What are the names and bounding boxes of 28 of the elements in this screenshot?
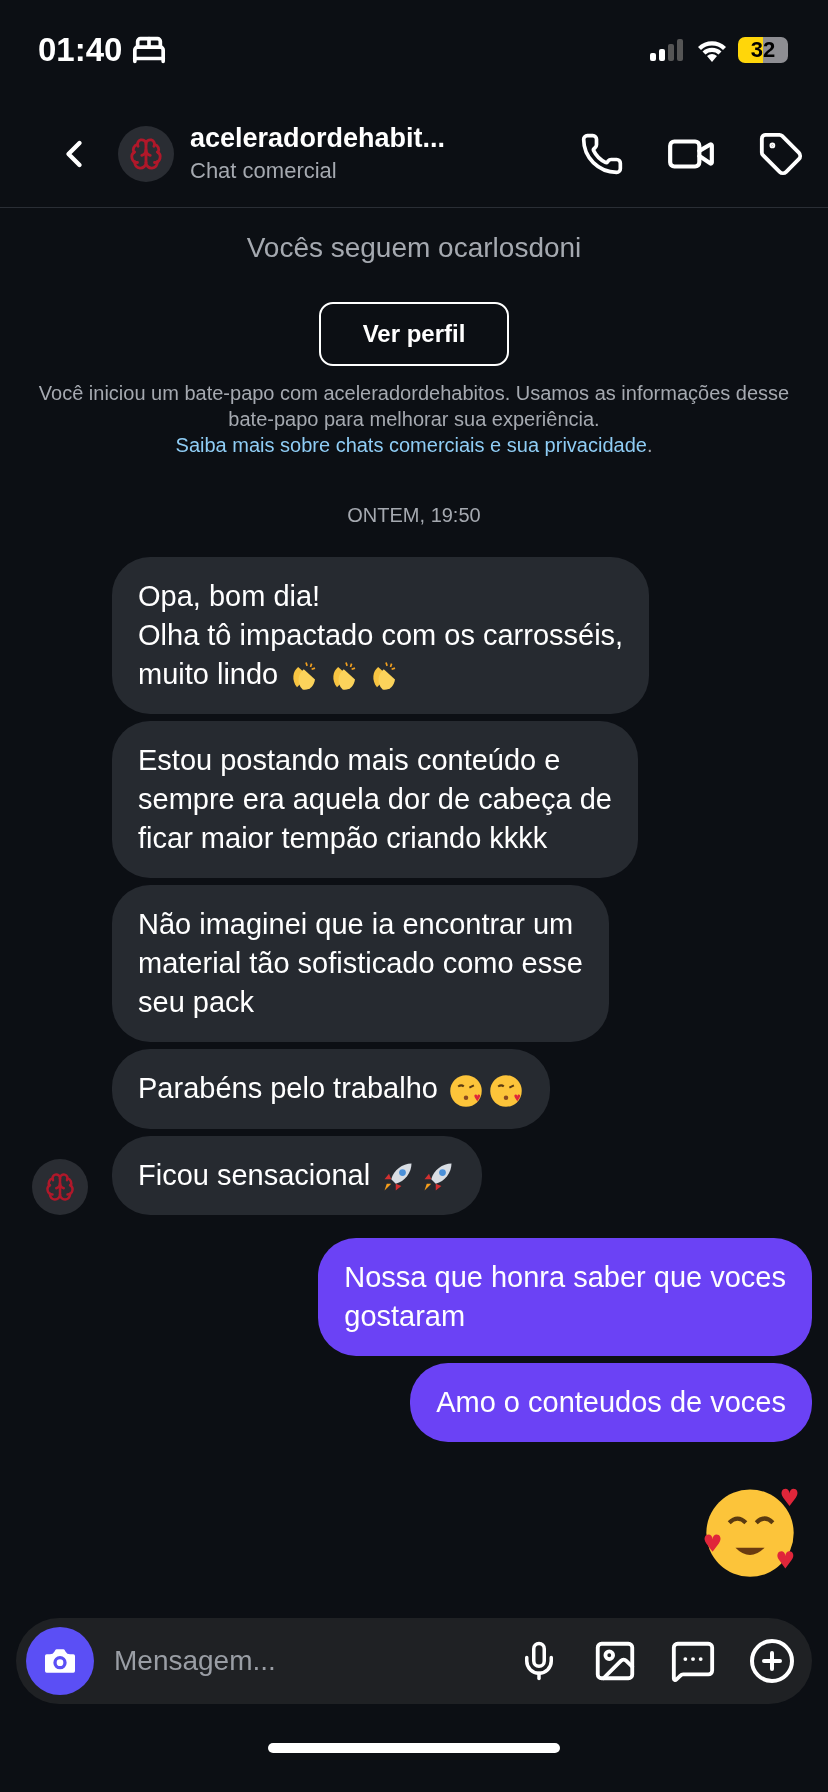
- message-bubble: Estou postando mais conteúdo e sempre era aquela dor de cabeça de ficar maior tempão criando kkkk: [112, 721, 638, 879]
- message-bubble: Amo o conteudos de voces: [410, 1363, 812, 1443]
- message-bubble: Não imaginei que ia encontrar um material tão sofisticado como esse seu pack: [112, 885, 609, 1043]
- message-input[interactable]: Mensagem...: [112, 1644, 486, 1678]
- privacy-link[interactable]: Saiba mais sobre chats comerciais e sua privacidade: [175, 434, 647, 456]
- message-bubble: Nossa que honra saber que voces gostaram: [318, 1238, 812, 1357]
- chat-notice: Você iniciou um bate-papo com aceleradordehabitos. Usamos as informações desse bate-papo para melhorar sua experiência. Saiba mais sobre chats comerciais e sua privacidade.: [37, 381, 791, 458]
- battery-level: 32: [738, 37, 788, 63]
- tag-button[interactable]: [758, 130, 804, 177]
- camera-button[interactable]: [26, 1627, 94, 1695]
- message-bubble: Parabéns pelo trabalho: [112, 1049, 550, 1129]
- phone-button[interactable]: [580, 131, 624, 176]
- tag-icon: [758, 130, 804, 177]
- message-bubble: Ficou sensacional: [112, 1135, 483, 1216]
- chat-name[interactable]: aceleradordehabit...: [190, 123, 538, 154]
- signal-icon: [650, 39, 686, 61]
- following-info: Vocês seguem ocarlosdoni: [246, 232, 582, 264]
- plus-icon: [748, 1637, 796, 1685]
- view-profile-button[interactable]: Ver perfil: [319, 302, 509, 366]
- phone-icon: [580, 131, 624, 176]
- add-button[interactable]: [748, 1637, 796, 1685]
- status-time: 01:40: [38, 31, 167, 69]
- message-bubble: Opa, bom dia! Olha tô impactado com os carrosséis, muito lindo: [112, 557, 650, 715]
- wifi-icon: [696, 38, 728, 62]
- chat-subtitle: Chat comercial: [190, 158, 338, 184]
- brain-icon: [45, 1172, 75, 1203]
- message-timestamp: ONTEM, 19:50: [347, 504, 481, 527]
- brain-icon: [129, 136, 163, 171]
